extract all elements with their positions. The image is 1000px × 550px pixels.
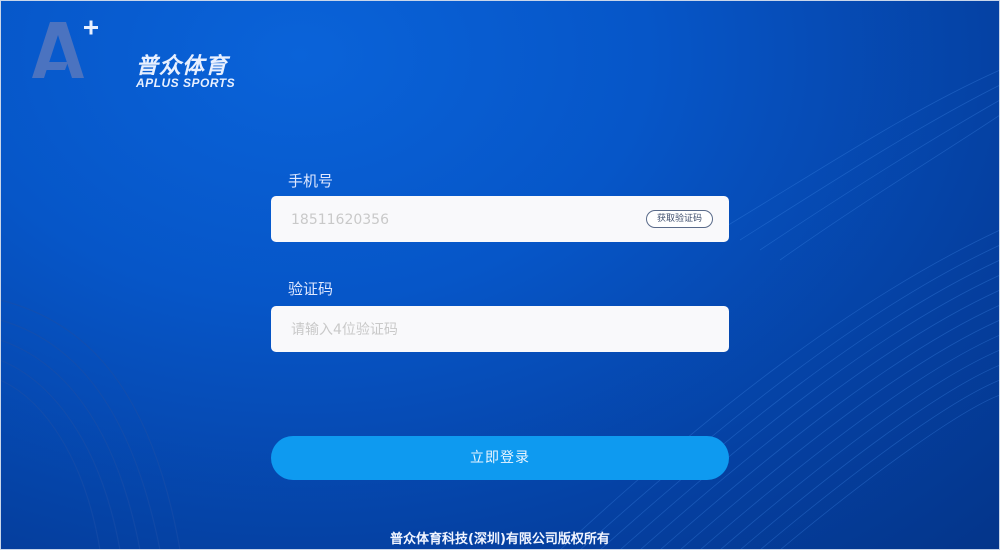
phone-input[interactable]: [289, 196, 633, 244]
phone-label: 手机号: [288, 172, 334, 190]
code-input[interactable]: [289, 306, 633, 354]
code-label: 验证码: [288, 280, 334, 298]
code-field: [271, 306, 729, 354]
login-button[interactable]: 立即登录: [271, 436, 729, 480]
logo-a-plus-icon: [32, 20, 98, 78]
copyright-text: 普众体育科技(深圳)有限公司版权所有: [390, 532, 610, 547]
get-code-button[interactable]: 获取验证码: [645, 210, 713, 228]
phone-field: 获取验证码: [271, 196, 729, 244]
brand-name-en: APLUS SPORTS: [136, 76, 236, 90]
brand-logo: 普众体育 APLUS SPORTS: [28, 10, 238, 90]
